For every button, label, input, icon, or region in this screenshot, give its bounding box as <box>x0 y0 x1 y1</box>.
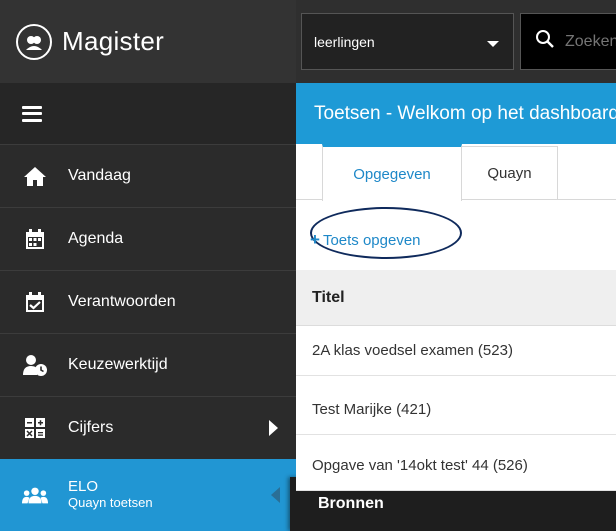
sidebar-item-sublabel: Quayn toetsen <box>68 495 153 510</box>
scope-select-value: leerlingen <box>314 33 375 50</box>
search-icon <box>535 29 555 54</box>
sidebar: Magister Vandaag Agenda Verantwoorden Ke… <box>0 0 296 531</box>
sidebar-item-keuzewerktijd[interactable]: Keuzewerktijd <box>0 333 296 396</box>
sidebar-item-vandaag[interactable]: Vandaag <box>0 144 296 207</box>
group-icon <box>22 482 48 508</box>
page-title: Toetsen - Welkom op het dashboard <box>296 83 616 144</box>
sidebar-item-label: Verantwoorden <box>68 293 176 310</box>
menu-toggle-button[interactable] <box>0 83 296 144</box>
magister-logo-icon <box>16 23 52 60</box>
table-row[interactable]: Test Marijke (421) <box>296 385 616 435</box>
sidebar-item-cijfers[interactable]: Cijfers <box>0 396 296 459</box>
sidebar-item-verantwoorden[interactable]: Verantwoorden <box>0 270 296 333</box>
submenu-item-label: Bronnen <box>318 495 384 512</box>
table-row[interactable]: 2A klas voedsel examen (523) <box>296 326 616 376</box>
caret-down-icon <box>487 41 499 47</box>
tab-quayn[interactable]: Quayn <box>462 146 558 200</box>
grades-grid-icon <box>22 415 48 441</box>
chevron-right-icon <box>269 420 278 436</box>
sidebar-item-label: Vandaag <box>68 167 131 184</box>
add-test-label: Toets opgeven <box>322 231 421 249</box>
user-clock-icon <box>22 352 48 378</box>
sidebar-item-label: ELO <box>68 478 99 495</box>
app-name: Magister <box>62 26 165 56</box>
search-input[interactable] <box>565 32 616 51</box>
tab-bar: Opgegeven Quayn <box>296 144 616 201</box>
hamburger-icon <box>22 105 42 122</box>
plus-icon: + <box>310 230 320 249</box>
sidebar-item-label: Keuzewerktijd <box>68 356 168 373</box>
table-header-titel[interactable]: Titel <box>296 270 616 326</box>
chevron-left-icon <box>271 487 280 503</box>
add-test-link[interactable]: + Toets opgeven <box>310 230 421 250</box>
action-row: + Toets opgeven <box>296 200 616 270</box>
calendar-icon <box>22 226 48 252</box>
sidebar-item-label: Agenda <box>68 230 124 247</box>
sidebar-item-elo[interactable]: ELO Quayn toetsen <box>0 459 296 531</box>
sidebar-item-label: Cijfers <box>68 419 114 436</box>
sidebar-item-agenda[interactable]: Agenda <box>0 207 296 270</box>
search-box[interactable] <box>520 13 616 70</box>
scope-select[interactable]: leerlingen <box>301 13 514 70</box>
top-bar: leerlingen <box>296 0 616 83</box>
tab-opgegeven[interactable]: Opgegeven <box>322 144 462 201</box>
home-icon <box>22 163 48 189</box>
logo[interactable]: Magister <box>0 0 296 83</box>
calendar-check-icon <box>22 289 48 315</box>
table-row[interactable]: Opgave van '14okt test' 44 (526) <box>296 441 616 491</box>
